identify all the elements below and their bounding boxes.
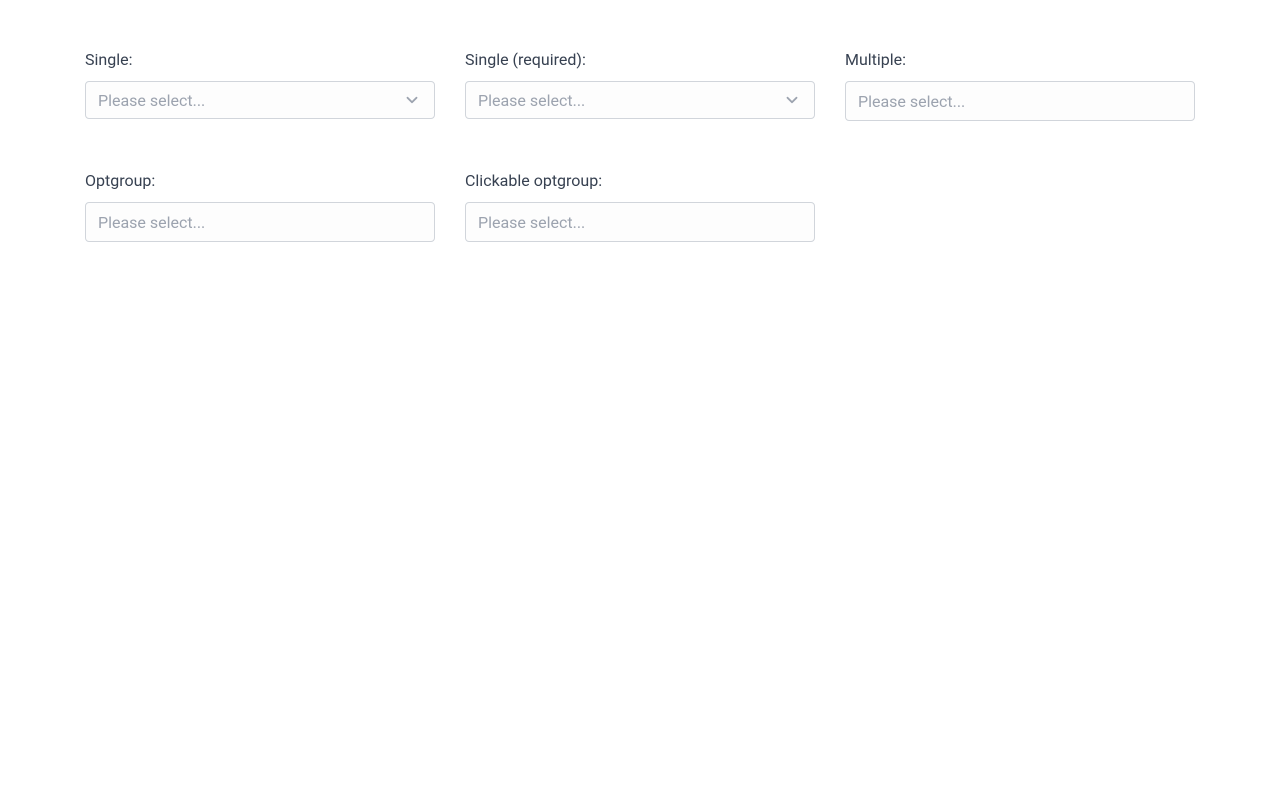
chevron-down-icon: [782, 90, 802, 110]
select-clickable-optgroup[interactable]: Please select...: [465, 202, 815, 242]
placeholder-optgroup: Please select...: [98, 213, 422, 232]
placeholder-multiple: Please select...: [858, 92, 1182, 111]
select-grid: Single: Please select... Single (require…: [85, 50, 1195, 242]
field-clickable-optgroup: Clickable optgroup: Please select...: [465, 171, 815, 242]
placeholder-clickable-optgroup: Please select...: [478, 213, 802, 232]
select-single-required[interactable]: Please select...: [465, 81, 815, 119]
select-optgroup[interactable]: Please select...: [85, 202, 435, 242]
field-optgroup: Optgroup: Please select...: [85, 171, 435, 242]
chevron-down-icon: [402, 90, 422, 110]
field-single: Single: Please select...: [85, 50, 435, 121]
label-single: Single:: [85, 50, 435, 69]
select-single[interactable]: Please select...: [85, 81, 435, 119]
field-single-required: Single (required): Please select...: [465, 50, 815, 121]
placeholder-single: Please select...: [98, 91, 402, 110]
select-multiple[interactable]: Please select...: [845, 81, 1195, 121]
label-optgroup: Optgroup:: [85, 171, 435, 190]
placeholder-single-required: Please select...: [478, 91, 782, 110]
field-multiple: Multiple: Please select...: [845, 50, 1195, 121]
label-single-required: Single (required):: [465, 50, 815, 69]
label-multiple: Multiple:: [845, 50, 1195, 69]
label-clickable-optgroup: Clickable optgroup:: [465, 171, 815, 190]
